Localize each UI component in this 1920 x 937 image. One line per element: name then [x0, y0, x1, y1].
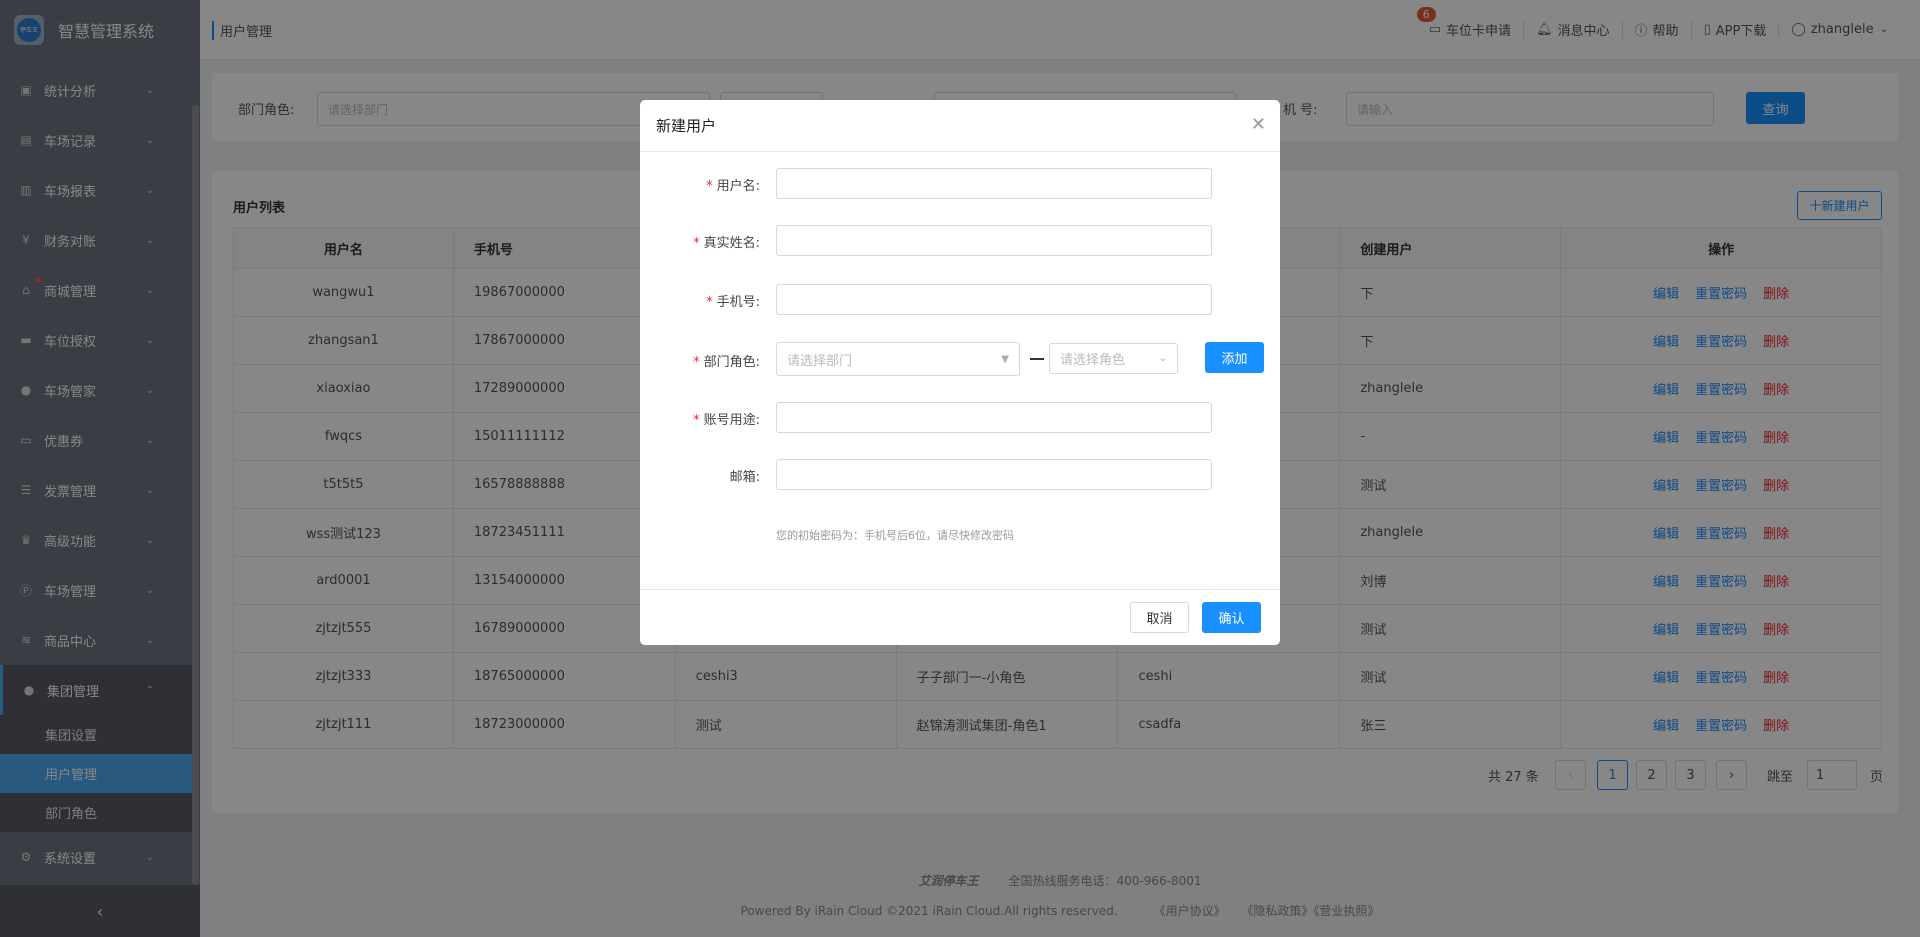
phone-input[interactable] [776, 284, 1212, 315]
new-user-dialog: 新建用户 ✕ * 用户名: * 真实姓名: * 手机号: * 部门角色: 请选择部门 ▼ … [640, 100, 1280, 645]
dash-separator [1030, 358, 1044, 360]
realname-label: * 真实姓名: [693, 236, 760, 251]
dialog-title: 新建用户 [640, 100, 1280, 152]
purpose-input[interactable] [776, 402, 1212, 433]
dept-role-label: * 部门角色: [693, 355, 760, 370]
dialog-footer: 取消 确认 [640, 589, 1280, 633]
role-select[interactable]: 请选择角色 ⌄ [1049, 343, 1178, 374]
username-label: * 用户名: [706, 179, 760, 194]
close-icon[interactable]: ✕ [1251, 114, 1266, 135]
realname-input[interactable] [776, 225, 1212, 256]
purpose-label: * 账号用途: [693, 413, 760, 428]
cancel-button[interactable]: 取消 [1130, 602, 1189, 633]
email-input[interactable] [776, 459, 1212, 490]
caret-down-icon: ▼ [1001, 353, 1009, 365]
username-input[interactable] [776, 168, 1212, 199]
add-button[interactable]: 添加 [1205, 342, 1264, 373]
phone-label: * 手机号: [706, 295, 760, 310]
department-select[interactable]: 请选择部门 ▼ [776, 342, 1020, 376]
chevron-down-icon: ⌄ [1158, 353, 1167, 364]
email-label: 邮箱: [729, 470, 760, 485]
confirm-button[interactable]: 确认 [1202, 602, 1261, 633]
password-hint: 您的初始密码为：手机号后6位，请尽快修改密码 [776, 529, 1014, 542]
